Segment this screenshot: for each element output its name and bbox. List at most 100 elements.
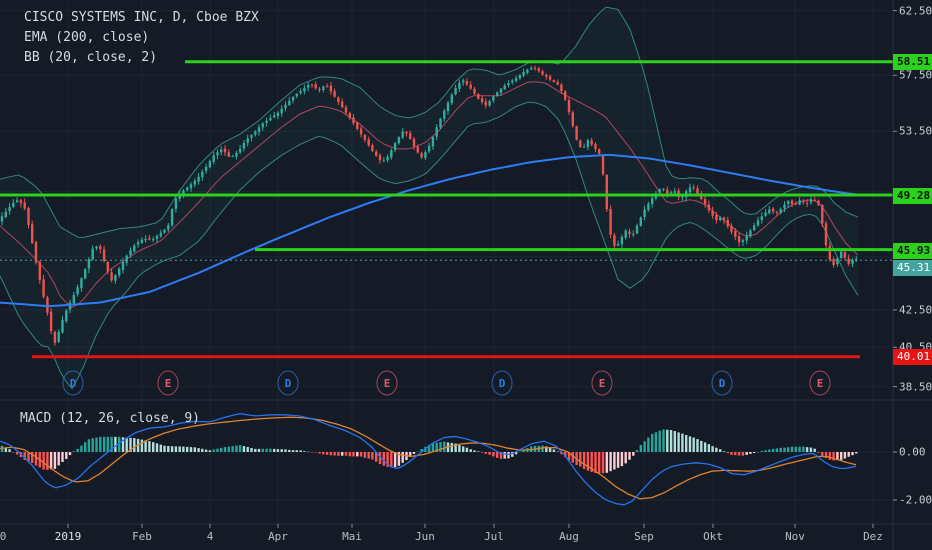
candle: [590, 140, 593, 145]
candle: [121, 262, 125, 270]
candle: [817, 200, 820, 205]
macd-hist-bar: [507, 452, 510, 459]
macd-hist-bar: [193, 447, 196, 452]
dividend-earnings-markers[interactable]: DEDEDEDE: [62, 370, 831, 396]
svg-text:E: E: [599, 377, 606, 390]
macd-hist-bar: [496, 452, 499, 458]
candle: [65, 310, 68, 321]
chart-canvas[interactable]: DEDEDEDE: [0, 0, 932, 550]
candle: [235, 153, 238, 157]
candle: [756, 220, 760, 226]
candle: [745, 235, 748, 241]
svg-text:E: E: [165, 377, 172, 390]
candle: [847, 258, 850, 264]
price-tick-label: 38.50: [899, 380, 932, 394]
candle: [322, 86, 325, 90]
candle: [473, 88, 476, 94]
time-tick-label: 4: [206, 530, 214, 543]
candle: [787, 201, 790, 204]
candle: [805, 202, 809, 204]
candle: [798, 199, 801, 205]
macd-hist-bar: [341, 452, 344, 456]
macd-hist-bar: [737, 452, 741, 456]
candle: [722, 217, 726, 221]
candle: [431, 136, 435, 147]
candle: [639, 217, 642, 226]
macd-hist-bar: [741, 452, 745, 456]
candle: [223, 148, 227, 153]
candle: [299, 91, 302, 94]
macd-hist-bar: [552, 449, 556, 452]
macd-hist-bar: [393, 452, 397, 467]
candle: [790, 200, 794, 205]
macd-hist-bar: [692, 437, 695, 452]
candle: [23, 202, 26, 209]
candle: [537, 68, 540, 72]
macd-hist-bar: [382, 452, 385, 466]
candle: [61, 320, 64, 333]
macd-hist-bar: [238, 445, 242, 452]
candle: [548, 76, 552, 80]
macd-hist-bar: [809, 447, 813, 452]
macd-hist-bar: [632, 452, 635, 456]
candle: [658, 189, 661, 193]
price-level-badge: 40.01: [893, 349, 932, 365]
candle: [828, 245, 831, 260]
macd-hist-bar: [57, 452, 60, 466]
candle: [57, 331, 60, 342]
svg-text:E: E: [384, 377, 391, 390]
candle: [197, 176, 200, 182]
candle: [594, 144, 597, 150]
candle: [212, 155, 215, 162]
candle: [118, 268, 121, 275]
macd-hist-bar: [337, 452, 340, 456]
macd-hist-bar: [719, 449, 722, 452]
last-price-badge: 45.31: [893, 260, 932, 276]
candle: [836, 258, 839, 265]
time-year-label: 2019: [54, 530, 82, 543]
macd-hist-bar: [492, 452, 495, 457]
candle: [779, 208, 782, 213]
candle: [68, 302, 72, 310]
macd-hist-bar: [310, 452, 314, 453]
candle: [446, 102, 450, 112]
candle: [601, 154, 605, 175]
macd-hist-bar: [84, 442, 87, 452]
candle: [140, 239, 144, 243]
candle: [620, 236, 624, 245]
candle: [832, 259, 835, 265]
candle: [855, 258, 858, 260]
candle: [450, 94, 453, 103]
price-tick-label: 62.50: [899, 4, 932, 18]
macd-hist-bar: [76, 448, 79, 452]
macd-hist-bar: [95, 437, 98, 452]
macd-hist-bar: [223, 447, 227, 452]
candle: [382, 160, 385, 162]
candle: [144, 238, 147, 241]
ema-legend: EMA (200, close): [24, 30, 150, 45]
candle: [129, 250, 132, 256]
candle: [148, 238, 151, 240]
candle: [106, 262, 109, 272]
candle: [753, 225, 756, 231]
candle: [484, 101, 487, 106]
candle: [250, 135, 253, 138]
candle: [242, 143, 246, 149]
macd-hist-bar: [745, 452, 748, 455]
macd-hist-bar: [307, 451, 310, 453]
candle: [204, 166, 208, 171]
macd-hist-bar: [204, 449, 208, 452]
candle: [170, 209, 174, 225]
macd-hist-bar: [197, 448, 200, 452]
macd-hist-bar: [61, 452, 64, 462]
macd-hist-bar: [473, 450, 476, 452]
macd-hist-bar: [8, 449, 11, 452]
candle: [220, 149, 223, 153]
candle: [439, 118, 442, 128]
tradingview-chart-window[interactable]: D E D E D E D E CISCO SYSTEMS INC, D, Cboe BZX …: [0, 0, 932, 550]
candle: [114, 275, 117, 281]
macd-hist-bar: [798, 446, 801, 452]
candle: [843, 252, 847, 258]
candle: [507, 83, 510, 86]
macd-hist-bar: [53, 452, 57, 469]
